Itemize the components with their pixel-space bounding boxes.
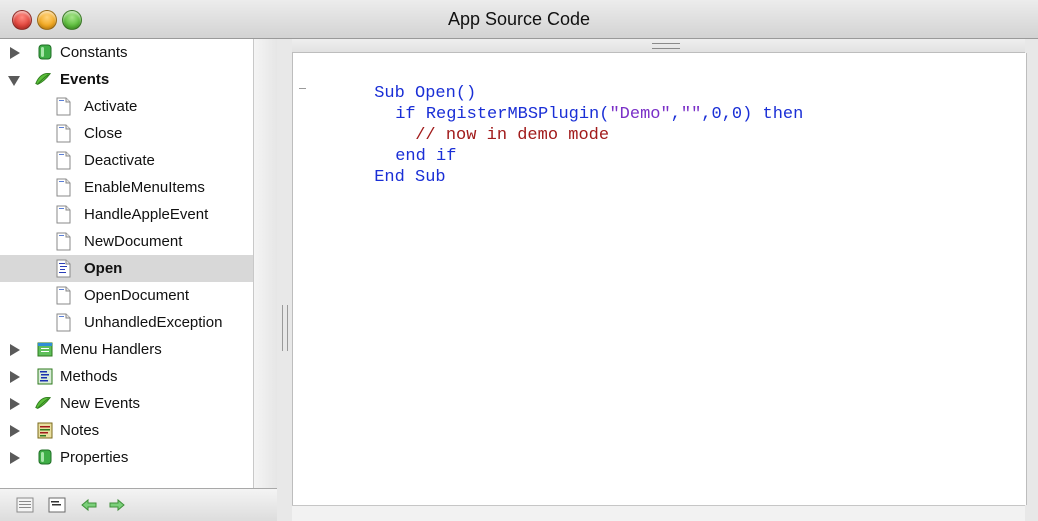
editor-status-bar (292, 505, 1025, 521)
menu-handlers-icon (37, 342, 53, 357)
tree-item-opendocument[interactable]: OpenDocument (0, 282, 253, 309)
document-icon (56, 151, 71, 170)
code-line-5[interactable]: End Sub (313, 146, 445, 209)
tree-item-unhandledexception[interactable]: UnhandledException (0, 309, 253, 336)
window-resize-grip-icon[interactable] (1025, 505, 1038, 521)
tree-item-menu-handlers[interactable]: Menu Handlers (0, 336, 253, 363)
app-window: App Source Code Constants Events Activat… (0, 0, 1038, 521)
constants-icon (38, 44, 52, 60)
document-icon (56, 97, 71, 116)
window-title: App Source Code (447, 9, 591, 29)
tree-item-label: Constants (60, 44, 128, 61)
project-tree[interactable]: Constants Events Activate Close Deactiva… (0, 39, 253, 488)
title-bar[interactable]: App Source Code (0, 0, 1038, 39)
editor-split-handle[interactable] (292, 39, 1025, 53)
split-handle-grip-icon[interactable] (652, 43, 680, 49)
methods-icon (37, 368, 53, 385)
tree-item-label: Close (84, 125, 123, 142)
tree-item-label: Deactivate (84, 152, 155, 169)
code-editor[interactable]: Sub Open() if RegisterMBSPlugin("Demo","… (292, 53, 1027, 505)
tree-item-new-events[interactable]: New Events (0, 390, 253, 417)
document-icon (56, 124, 71, 143)
new-events-icon (35, 396, 52, 409)
tree-item-close[interactable]: Close (0, 120, 253, 147)
tree-item-label: Open (84, 260, 123, 277)
tree-item-label: New Events (60, 395, 141, 412)
view-list-icon[interactable] (16, 497, 34, 513)
tree-item-label: OpenDocument (84, 287, 190, 304)
document-code-icon (56, 259, 71, 278)
tree-item-label: Methods (60, 368, 118, 385)
sidebar-scrollbar[interactable] (253, 39, 278, 488)
tree-item-label: UnhandledException (84, 314, 223, 331)
tree-item-label: Menu Handlers (60, 341, 162, 358)
tree-item-constants[interactable]: Constants (0, 39, 253, 66)
tree-item-enablemenuitems[interactable]: EnableMenuItems (0, 174, 253, 201)
disclosure-triangle-icon[interactable] (10, 425, 20, 437)
tree-item-label: Events (60, 71, 110, 88)
disclosure-triangle-icon[interactable] (10, 371, 20, 383)
tree-item-events[interactable]: Events (0, 66, 253, 93)
notes-icon (37, 422, 53, 439)
document-icon (56, 178, 71, 197)
events-icon (35, 72, 52, 85)
disclosure-triangle-icon[interactable] (10, 398, 20, 410)
pane-splitter[interactable] (277, 39, 291, 521)
tree-item-open[interactable]: Open (0, 255, 253, 282)
disclosure-triangle-icon[interactable] (10, 344, 20, 356)
document-icon (56, 205, 71, 224)
forward-arrow-icon[interactable] (108, 497, 126, 513)
tree-item-label: Properties (60, 449, 129, 466)
tree-item-properties[interactable]: Properties (0, 444, 253, 471)
document-icon (56, 286, 71, 305)
back-arrow-icon[interactable] (80, 497, 98, 513)
tree-item-label: HandleAppleEvent (84, 206, 209, 223)
tree-item-newdocument[interactable]: NewDocument (0, 228, 253, 255)
disclosure-triangle-icon[interactable] (8, 76, 20, 86)
disclosure-triangle-icon[interactable] (10, 452, 20, 464)
tree-item-label: EnableMenuItems (84, 179, 205, 196)
fold-marker-icon[interactable] (299, 88, 306, 89)
view-code-icon[interactable] (48, 497, 66, 513)
splitter-grip-icon[interactable] (282, 305, 288, 351)
sidebar-toolbar (0, 488, 277, 521)
document-icon (56, 232, 71, 251)
tree-item-handleappleevent[interactable]: HandleAppleEvent (0, 201, 253, 228)
tree-item-label: Notes (60, 422, 100, 439)
tree-item-label: NewDocument (84, 233, 183, 250)
tree-item-deactivate[interactable]: Deactivate (0, 147, 253, 174)
disclosure-triangle-icon[interactable] (10, 47, 20, 59)
tree-item-label: Activate (84, 98, 138, 115)
document-icon (56, 313, 71, 332)
tree-item-activate[interactable]: Activate (0, 93, 253, 120)
tree-item-methods[interactable]: Methods (0, 363, 253, 390)
properties-icon (38, 449, 52, 465)
tree-item-notes[interactable]: Notes (0, 417, 253, 444)
